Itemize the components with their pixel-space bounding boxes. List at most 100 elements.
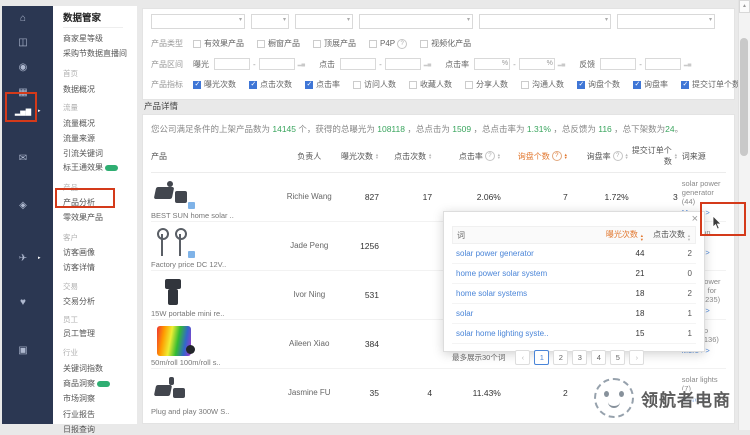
checkbox-checked-icon[interactable] [305,81,313,89]
sidebar-item-keyword-index[interactable]: 关键词指数 [63,363,103,374]
product-image[interactable] [153,179,197,209]
home-icon[interactable]: ⌂ [12,12,34,26]
exposure-max-input[interactable] [259,58,295,70]
feedback-min-input[interactable] [600,58,636,70]
send-icon[interactable]: ✈ [12,252,34,266]
clicks-min-input[interactable] [340,58,376,70]
checkbox-icon[interactable] [521,81,529,89]
page-button-2[interactable]: 2 [553,350,568,365]
metric-ctr[interactable]: 点击率 [305,79,340,90]
metric-inquiries[interactable]: 询盘个数 [577,79,620,90]
page-button-1[interactable]: 1 [534,350,549,365]
metric-visitors[interactable]: 访问人数 [353,79,396,90]
page-button-3[interactable]: 3 [572,350,587,365]
col-word-exposure[interactable]: 曝光次数▲▼ [587,229,644,241]
checkbox-icon[interactable] [257,40,265,48]
work-icon[interactable]: ▣ [12,344,34,358]
product-title[interactable]: Plug and play 300W S.. [151,407,285,416]
product-image[interactable] [153,277,197,307]
metric-inquiry-rate[interactable]: 询盘率 [633,79,668,90]
scroll-up-arrow[interactable]: ▲ [739,0,750,13]
sidebar-item-market-insight[interactable]: 市场洞察 [63,393,95,404]
sidebar-item-industry-report[interactable]: 行业报告 [63,409,95,420]
favorite-icon[interactable]: ♥ [12,296,34,310]
product-search-input[interactable] [359,14,473,29]
checkbox-icon[interactable] [353,81,361,89]
product-image[interactable] [153,228,197,258]
sidebar-item-visitor-detail[interactable]: 访客详情 [63,262,95,273]
type-video[interactable]: 视频化产品 [420,38,471,49]
keyword-row[interactable]: home solar systems182 [452,284,696,304]
checkbox-checked-icon[interactable] [681,81,689,89]
checkbox-icon[interactable] [420,40,428,48]
type-effective[interactable]: 有效果产品 [193,38,244,49]
checkbox-icon[interactable] [369,40,377,48]
sidebar-item-traffic-source[interactable]: 流量来源 [63,133,95,144]
checkbox-icon[interactable] [465,81,473,89]
checkbox-icon[interactable] [313,40,321,48]
sidebar-item-zero-effect[interactable]: 零效果产品 [63,212,103,223]
col-ctr[interactable]: 点击率?▲▼ [459,151,501,162]
col-clicks[interactable]: 点击次数▲▼ [394,151,432,162]
scrollbar[interactable]: ▲ [738,0,750,430]
keyword-link[interactable]: solar home lighting syste.. [456,329,587,338]
feedback-max-input[interactable] [645,58,681,70]
col-inquiries[interactable]: 询盘个数?▲▼ [518,151,568,162]
col-exposure[interactable]: 曝光次数▲▼ [341,151,379,162]
product-title[interactable]: BEST SUN home solar .. [151,211,285,220]
close-icon[interactable]: × [692,213,698,225]
metric-contacts[interactable]: 沟通人数 [521,79,564,90]
keyword-row[interactable]: solar181 [452,304,696,324]
sidebar-item-live-room[interactable]: 采购节数据直播间 [63,48,127,59]
store-icon[interactable]: ◫ [12,36,34,50]
sidebar-item-star-level[interactable]: 商家星等级 [63,33,103,44]
group-select[interactable] [251,14,289,29]
col-orders[interactable]: 提交订单个数▲▼ [629,145,678,167]
category-select[interactable] [295,14,353,29]
profile-icon[interactable]: ◉ [12,61,34,75]
sidebar-item-keywords[interactable]: 引流关键词 [63,148,103,159]
sidebar-item-staff-mgmt[interactable]: 员工管理 [63,328,95,339]
keyword-link[interactable]: home power solar system [456,269,587,278]
owner-select[interactable] [479,14,611,29]
keyword-row[interactable]: solar power generator442 [452,244,696,264]
product-title[interactable]: Factory price DC 12V.. [151,260,285,269]
product-image[interactable] [153,326,197,356]
checkbox-checked-icon[interactable] [577,81,585,89]
keyword-link[interactable]: solar [456,309,587,318]
checkbox-icon[interactable] [193,40,201,48]
exposure-min-input[interactable] [214,58,250,70]
keyword-row[interactable]: home power solar system210 [452,264,696,284]
sidebar-item-product-insight[interactable]: 商品洞察 [63,378,110,389]
sidebar-item-traffic-overview[interactable]: 流量概况 [63,118,95,129]
info-icon[interactable]: ? [552,151,562,161]
product-image[interactable] [153,375,197,405]
product-title[interactable]: 50m/roll 100m/roll s.. [151,358,285,367]
metric-exposure[interactable]: 曝光次数 [193,79,236,90]
col-inquiry-rate[interactable]: 询盘率?▲▼ [587,151,629,162]
type-showcase[interactable]: 橱窗产品 [257,38,300,49]
product-icon[interactable]: ◈ [12,199,34,213]
scrollbar-thumb[interactable] [740,38,748,156]
metric-orders[interactable]: 提交订单个数 [681,79,740,90]
type-top-display[interactable]: 顶展产品 [313,38,356,49]
info-icon[interactable]: ? [485,151,495,161]
col-word-clicks[interactable]: 点击次数▲▼ [644,229,691,241]
next-page-button[interactable]: › [629,350,644,365]
apps-icon[interactable]: ▦ [12,86,34,100]
info-icon[interactable]: ? [397,39,407,49]
keyword-input[interactable] [617,14,715,29]
metric-shares[interactable]: 分享人数 [465,79,508,90]
page-button-4[interactable]: 4 [591,350,606,365]
sidebar-item-promo-effect[interactable]: 标王通效果 [63,162,118,173]
metric-clicks[interactable]: 点击次数 [249,79,292,90]
sidebar-item-data-overview[interactable]: 数据概况 [63,84,95,95]
message-icon[interactable]: ✉ [12,152,34,166]
sort-icon[interactable]: ▲▼ [687,234,691,241]
checkbox-checked-icon[interactable] [193,81,201,89]
date-range-select[interactable] [151,14,245,29]
prev-page-button[interactable]: ‹ [515,350,530,365]
sidebar-item-product-analysis[interactable]: 产品分析 [63,197,95,208]
type-p4p[interactable]: P4P? [369,39,407,49]
keyword-row[interactable]: solar home lighting syste..151 [452,324,696,344]
